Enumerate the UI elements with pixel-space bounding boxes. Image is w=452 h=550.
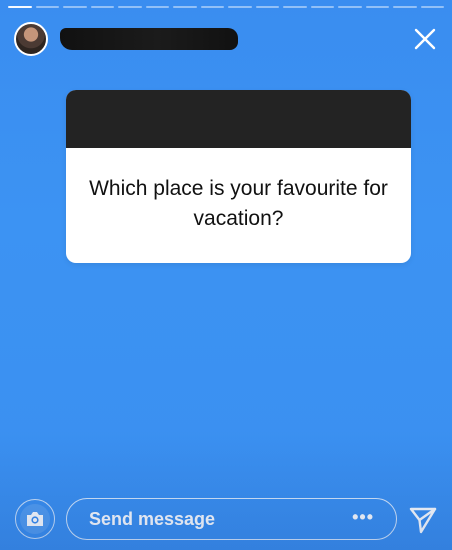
progress-segment — [255, 6, 279, 8]
question-card-body: Which place is your favourite for vacati… — [66, 148, 411, 263]
username-redacted[interactable] — [60, 28, 238, 50]
progress-segment — [173, 6, 197, 8]
camera-button[interactable] — [15, 499, 55, 539]
send-message-placeholder: Send message — [89, 508, 216, 529]
progress-segment — [310, 6, 334, 8]
progress-segment — [118, 6, 142, 8]
question-text: Which place is your favourite for vacati… — [89, 176, 388, 230]
send-icon[interactable] — [408, 505, 438, 535]
progress-segment — [283, 6, 307, 8]
more-options-icon[interactable]: ••• — [352, 507, 374, 528]
redaction-mark — [60, 28, 238, 50]
progress-segment — [63, 6, 87, 8]
question-card[interactable]: Which place is your favourite for vacati… — [66, 90, 411, 263]
progress-segment — [200, 6, 224, 8]
progress-segment — [420, 6, 444, 8]
story-progress-bar — [8, 6, 444, 10]
progress-segment — [365, 6, 389, 8]
close-icon[interactable] — [412, 26, 438, 52]
question-card-header — [66, 90, 411, 148]
progress-segment — [35, 6, 59, 8]
avatar[interactable] — [14, 22, 48, 56]
progress-segment — [393, 6, 417, 8]
progress-segment — [90, 6, 114, 8]
progress-segment — [228, 6, 252, 8]
camera-icon — [20, 504, 50, 534]
send-message-input[interactable]: Send message ••• — [66, 498, 397, 540]
progress-segment — [145, 6, 169, 8]
progress-segment — [338, 6, 362, 8]
story-screen: Which place is your favourite for vacati… — [0, 0, 452, 550]
progress-segment — [8, 6, 32, 8]
